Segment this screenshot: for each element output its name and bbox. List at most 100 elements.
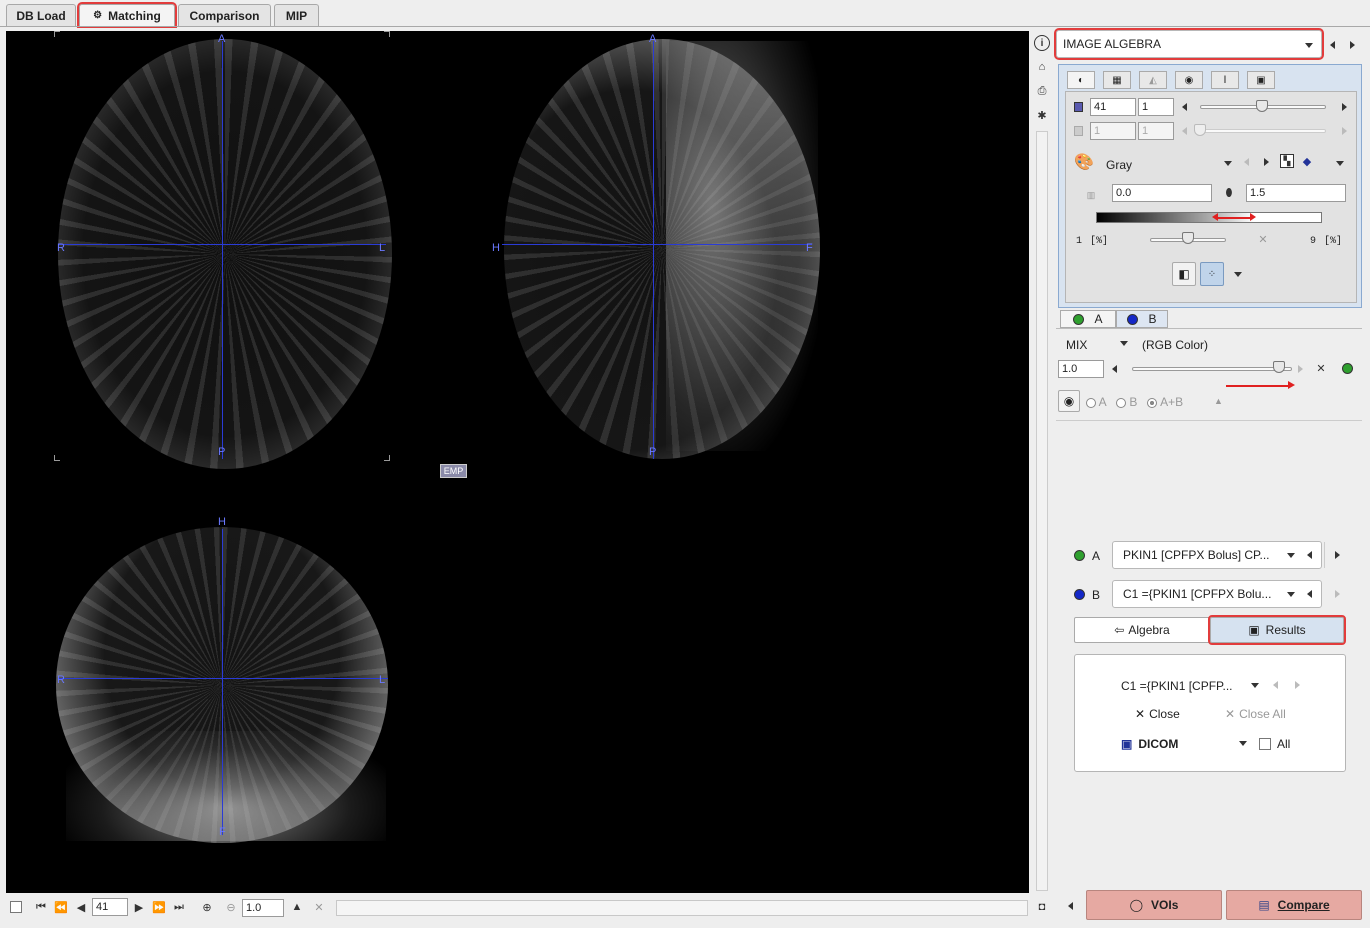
first-slice-icon[interactable]: ⏮ bbox=[34, 899, 48, 915]
all-checkbox[interactable] bbox=[1259, 738, 1271, 750]
arrow-left-icon[interactable] bbox=[1068, 902, 1073, 910]
slider-thumb[interactable] bbox=[1182, 232, 1194, 244]
tab-save[interactable]: ▣ bbox=[1247, 71, 1275, 89]
cube-icon[interactable]: ◆ bbox=[1300, 154, 1314, 168]
arrow-right-icon[interactable] bbox=[1342, 103, 1347, 111]
info-icon[interactable]: i bbox=[1034, 35, 1050, 51]
tab-fusion[interactable]: ◉ bbox=[1175, 71, 1203, 89]
algebra-button[interactable]: ⇦ Algebra bbox=[1074, 617, 1210, 643]
chevron-down-icon[interactable] bbox=[1234, 272, 1242, 277]
zoom-reset-icon[interactable]: ⊖ bbox=[223, 899, 239, 915]
checkbox[interactable] bbox=[10, 901, 22, 913]
slice-step-field[interactable]: 1 bbox=[1138, 98, 1174, 116]
red-arrow-annotation bbox=[1216, 217, 1252, 219]
crosshair-vertical[interactable] bbox=[222, 41, 223, 459]
arrow-right-icon[interactable] bbox=[1295, 681, 1300, 689]
chevron-down-icon[interactable] bbox=[1120, 341, 1128, 346]
next-slice-icon[interactable]: ▶ bbox=[132, 899, 146, 915]
display-mode-button[interactable]: ⁘ bbox=[1200, 262, 1224, 286]
lock-icon[interactable]: ⬮ bbox=[1220, 184, 1238, 202]
layer-tab-b[interactable]: B bbox=[1116, 310, 1168, 328]
tab-matching[interactable]: ⚙ Matching bbox=[77, 2, 177, 28]
mix-value-field[interactable]: 1.0 bbox=[1058, 360, 1104, 378]
crosshair-horizontal[interactable] bbox=[58, 678, 388, 679]
mix-slider[interactable] bbox=[1132, 367, 1292, 371]
dicom-save-button[interactable]: ▣ DICOM bbox=[1121, 737, 1178, 751]
arrow-left-icon[interactable] bbox=[1244, 158, 1249, 166]
print-icon[interactable]: ⎙ bbox=[1034, 83, 1050, 99]
zoom-up-icon[interactable]: ▲ bbox=[290, 899, 304, 915]
checker-icon[interactable]: ▚ bbox=[1280, 154, 1294, 168]
arrow-left-icon[interactable] bbox=[1307, 590, 1312, 598]
results-button[interactable]: ▣ Results bbox=[1208, 615, 1346, 645]
close-icon[interactable]: ✕ bbox=[1256, 232, 1270, 246]
chart-icon: ◭ bbox=[1149, 74, 1157, 86]
tab-histogram[interactable]: ◭ bbox=[1139, 71, 1167, 89]
arrow-right-icon[interactable] bbox=[1298, 365, 1303, 373]
zoom-in-icon[interactable]: ⊕ bbox=[199, 899, 215, 915]
slice-field[interactable]: 41 bbox=[1090, 98, 1136, 116]
orient-label: R bbox=[57, 242, 65, 254]
chevron-down-icon[interactable] bbox=[1336, 161, 1344, 166]
series-a-select[interactable]: PKIN1 [CPFPX Bolus] CP... bbox=[1112, 541, 1322, 569]
fusion-button[interactable]: ◉ bbox=[1058, 390, 1080, 412]
multiply-icon[interactable]: ✕ bbox=[1314, 361, 1328, 375]
close-icon[interactable]: ✕ bbox=[312, 899, 326, 915]
slider-thumb[interactable] bbox=[1256, 100, 1268, 112]
colorbar[interactable] bbox=[1096, 212, 1322, 223]
result-select-value[interactable]: C1 ={PKIN1 [CPFP... bbox=[1121, 679, 1233, 693]
slider-thumb[interactable] bbox=[1273, 361, 1286, 373]
fusion-icon: ◉ bbox=[1063, 394, 1075, 408]
vois-button[interactable]: ◯ VOIs bbox=[1086, 890, 1222, 920]
invert-button[interactable]: ◧ bbox=[1172, 262, 1196, 286]
crosshair-vertical[interactable] bbox=[653, 41, 654, 459]
horizontal-scrollbar[interactable] bbox=[336, 900, 1028, 916]
fast-forward-icon[interactable]: ⏩ bbox=[152, 899, 166, 915]
vertical-scrollbar[interactable] bbox=[1036, 131, 1048, 891]
arrow-right-icon[interactable] bbox=[1335, 551, 1340, 559]
compare-button[interactable]: ▤ Compare bbox=[1226, 890, 1362, 920]
arrow-left-icon[interactable] bbox=[1307, 551, 1312, 559]
camera-icon[interactable]: ◘ bbox=[1034, 899, 1050, 915]
max-value-field[interactable]: 1.5 bbox=[1246, 184, 1346, 202]
radio-b[interactable] bbox=[1116, 397, 1127, 408]
chevron-down-icon[interactable] bbox=[1239, 741, 1247, 746]
image-viewer[interactable]: A P R L A P H F EMP H F R L bbox=[6, 31, 1029, 893]
zoom-input[interactable]: 1.0 bbox=[242, 899, 284, 917]
arrow-left-icon[interactable] bbox=[1273, 681, 1278, 689]
tab-contrast[interactable]: ◐ bbox=[1067, 71, 1095, 89]
crosshair-vertical[interactable] bbox=[222, 529, 223, 835]
close-all-button[interactable]: ✕ Close All bbox=[1225, 707, 1286, 721]
slice-input[interactable]: 41 bbox=[92, 898, 128, 916]
radio-ab[interactable] bbox=[1147, 397, 1158, 408]
tab-mip[interactable]: MIP bbox=[274, 4, 319, 26]
hierarchy-icon[interactable]: ⌂ bbox=[1034, 59, 1050, 75]
mode-select[interactable]: IMAGE ALGEBRA bbox=[1054, 28, 1324, 60]
arrow-right-icon[interactable] bbox=[1350, 41, 1355, 49]
arrow-right-icon[interactable] bbox=[1264, 158, 1269, 166]
arrow-right-icon[interactable] bbox=[1335, 590, 1340, 598]
emp-badge[interactable]: EMP bbox=[440, 464, 467, 478]
close-button[interactable]: ✕ Close bbox=[1135, 707, 1180, 721]
tab-tools[interactable]: Ⅰ bbox=[1211, 71, 1239, 89]
arrow-left-icon[interactable] bbox=[1330, 41, 1335, 49]
prev-slice-icon[interactable]: ◀ bbox=[74, 899, 88, 915]
last-slice-icon[interactable]: ⏭ bbox=[172, 899, 186, 915]
chevron-down-icon[interactable] bbox=[1224, 161, 1232, 166]
layer-tab-a[interactable]: A bbox=[1060, 310, 1116, 328]
radio-a[interactable] bbox=[1086, 397, 1096, 408]
tab-db-load[interactable]: DB Load bbox=[6, 4, 76, 26]
series-b-select[interactable]: C1 ={PKIN1 [CPFPX Bolu... bbox=[1112, 580, 1322, 608]
palette-icon[interactable]: 🎨 bbox=[1074, 152, 1094, 172]
chevron-down-icon[interactable] bbox=[1251, 683, 1259, 688]
min-value-field[interactable]: 0.0 bbox=[1112, 184, 1212, 202]
tab-layout[interactable]: ▦ bbox=[1103, 71, 1131, 89]
crosshair-horizontal[interactable] bbox=[502, 244, 812, 245]
settings-icon[interactable]: ✱ bbox=[1034, 107, 1050, 123]
tab-comparison[interactable]: Comparison bbox=[178, 4, 271, 26]
crosshair-horizontal[interactable] bbox=[58, 244, 386, 245]
arrow-left-icon[interactable] bbox=[1112, 365, 1117, 373]
fast-back-icon[interactable]: ⏪ bbox=[54, 899, 68, 915]
arrow-left-icon[interactable] bbox=[1182, 103, 1187, 111]
collapse-icon[interactable]: ▲ bbox=[1214, 396, 1223, 406]
